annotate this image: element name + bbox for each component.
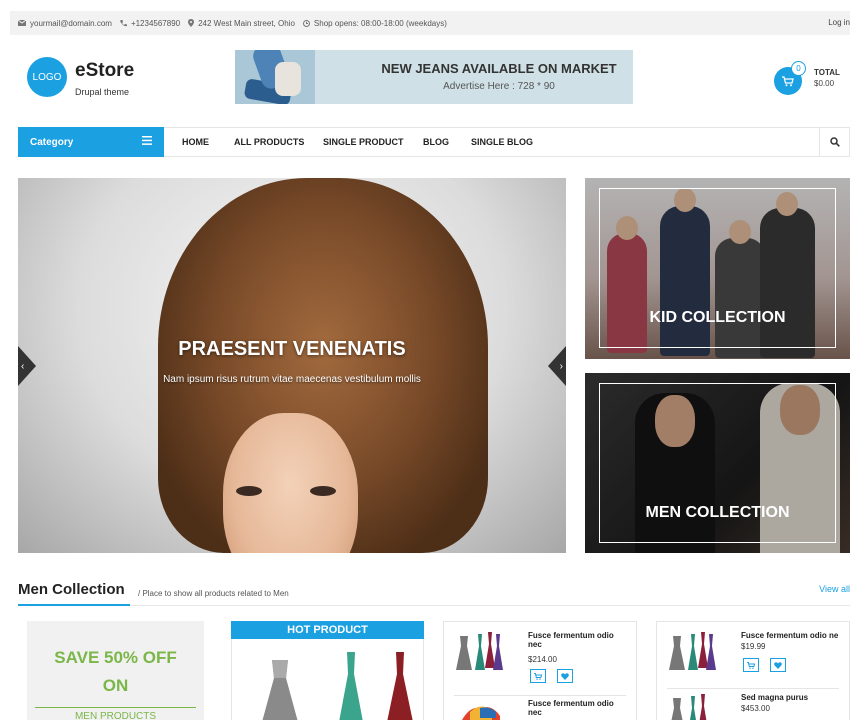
- search-button[interactable]: [819, 128, 849, 156]
- category-menu-button[interactable]: Category: [18, 127, 164, 157]
- banner-subtitle: Advertise Here : 728 * 90: [443, 81, 555, 92]
- dress-image: [262, 660, 298, 720]
- heart-icon: [561, 672, 569, 680]
- site-logo[interactable]: LOGO: [27, 57, 67, 97]
- list-item[interactable]: Fusce fermentum odio nec: [444, 696, 636, 720]
- chevron-left-icon: ‹: [21, 360, 25, 372]
- kid-collection-label: KID COLLECTION: [649, 309, 786, 326]
- main-nav: Category HOME ALL PRODUCTS SINGLE PRODUC…: [18, 127, 850, 157]
- site-name[interactable]: eStore: [75, 60, 134, 82]
- product-thumbnail: [671, 694, 707, 720]
- men-collection-label: MEN COLLECTION: [645, 504, 790, 521]
- dress-image: [339, 652, 363, 720]
- phone-info: +1234567890: [119, 18, 181, 28]
- kid-collection-tile[interactable]: KID COLLECTION: [585, 178, 850, 359]
- banner-image: [235, 50, 315, 104]
- site-tagline: Drupal theme: [75, 87, 130, 97]
- add-to-cart-button[interactable]: [743, 658, 759, 672]
- envelope-icon: [18, 20, 26, 26]
- section-subtitle: / Place to show all products related to …: [138, 589, 289, 598]
- email-info: yourmail@domain.com: [18, 19, 112, 28]
- phone-icon: [119, 19, 127, 26]
- cart-total-value: $0.00: [814, 79, 835, 88]
- list-item[interactable]: Fusce fermentum odio nec $214.00: [444, 622, 636, 683]
- address-text: 242 West Main street, Ohio: [198, 18, 295, 28]
- address-info: 242 West Main street, Ohio: [188, 19, 295, 28]
- hero-title: PRAESENT VENENATIS: [178, 338, 406, 360]
- view-all-link[interactable]: View all: [819, 584, 850, 594]
- product-name[interactable]: Fusce fermentum odio nec: [528, 699, 628, 717]
- product-name[interactable]: Fusce fermentum odio nec: [528, 631, 628, 649]
- top-info-bar: yourmail@domain.com +1234567890 242 West…: [10, 11, 850, 35]
- phone-text: +1234567890: [130, 18, 181, 28]
- product-list: Fusce fermentum odio nec $214.00 Fusce f…: [443, 621, 637, 720]
- nav-blog[interactable]: BLOG: [423, 137, 449, 147]
- chevron-right-icon: ›: [559, 360, 563, 372]
- cart-icon: [782, 75, 794, 86]
- list-item[interactable]: Sed magna purus $453.00: [657, 684, 849, 720]
- banner-title: NEW JEANS AVAILABLE ON MARKET: [381, 61, 617, 76]
- nav-home[interactable]: HOME: [182, 137, 209, 147]
- list-item[interactable]: Fusce fermentum odio ne $19.99: [657, 622, 849, 672]
- ad-banner[interactable]: NEW JEANS AVAILABLE ON MARKET Advertise …: [235, 50, 633, 104]
- nav-single-product[interactable]: SINGLE PRODUCT: [323, 137, 404, 147]
- clock-icon: [302, 19, 310, 27]
- hot-product-box[interactable]: HOT PRODUCT: [231, 621, 424, 720]
- hero-slider[interactable]: PRAESENT VENENATIS Nam ipsum risus rutru…: [18, 178, 566, 553]
- promo-line-2: ON: [102, 676, 129, 695]
- nav-single-blog[interactable]: SINGLE BLOG: [471, 137, 533, 147]
- map-pin-icon: [188, 19, 195, 27]
- product-price: $453.00: [741, 704, 770, 713]
- cart-icon: [747, 661, 755, 669]
- dress-image: [387, 652, 413, 720]
- men-collection-tile[interactable]: MEN COLLECTION: [585, 373, 850, 553]
- promo-line-1: SAVE 50% OFF: [54, 648, 177, 667]
- search-icon: [829, 137, 840, 147]
- product-price: $19.99: [741, 642, 766, 651]
- category-label: Category: [30, 136, 74, 148]
- cart-count-badge: 0: [791, 61, 806, 76]
- login-link[interactable]: Log in: [828, 11, 850, 35]
- section-title: Men Collection: [18, 581, 125, 598]
- product-thumbnail: [456, 632, 503, 670]
- product-thumbnail: [462, 706, 500, 720]
- wishlist-button[interactable]: [557, 669, 573, 683]
- add-to-cart-button[interactable]: [530, 669, 546, 683]
- email-text: yourmail@domain.com: [30, 18, 112, 28]
- wishlist-button[interactable]: [770, 658, 786, 672]
- product-thumbnail: [669, 632, 716, 670]
- promo-box[interactable]: SAVE 50% OFF ON MEN PRODUCTS: [27, 621, 204, 720]
- promo-line-3: MEN PRODUCTS: [74, 711, 157, 720]
- hours-text: Shop opens: 08:00-18:00 (weekdays): [313, 18, 447, 28]
- product-price: $214.00: [528, 655, 557, 664]
- hamburger-icon: [142, 136, 152, 145]
- hours-info: Shop opens: 08:00-18:00 (weekdays): [302, 18, 447, 28]
- product-list: Fusce fermentum odio ne $19.99 Sed magna…: [656, 621, 850, 720]
- hero-subtitle: Nam ipsum risus rutrum vitae maecenas ve…: [163, 374, 421, 385]
- cart-total-label: TOTAL: [814, 68, 840, 77]
- nav-all-products[interactable]: ALL PRODUCTS: [234, 137, 304, 147]
- product-name[interactable]: Fusce fermentum odio ne: [741, 631, 841, 640]
- heart-icon: [774, 661, 782, 669]
- product-name[interactable]: Sed magna purus: [741, 693, 841, 702]
- hot-product-header: HOT PRODUCT: [231, 621, 424, 639]
- cart-icon: [534, 672, 542, 680]
